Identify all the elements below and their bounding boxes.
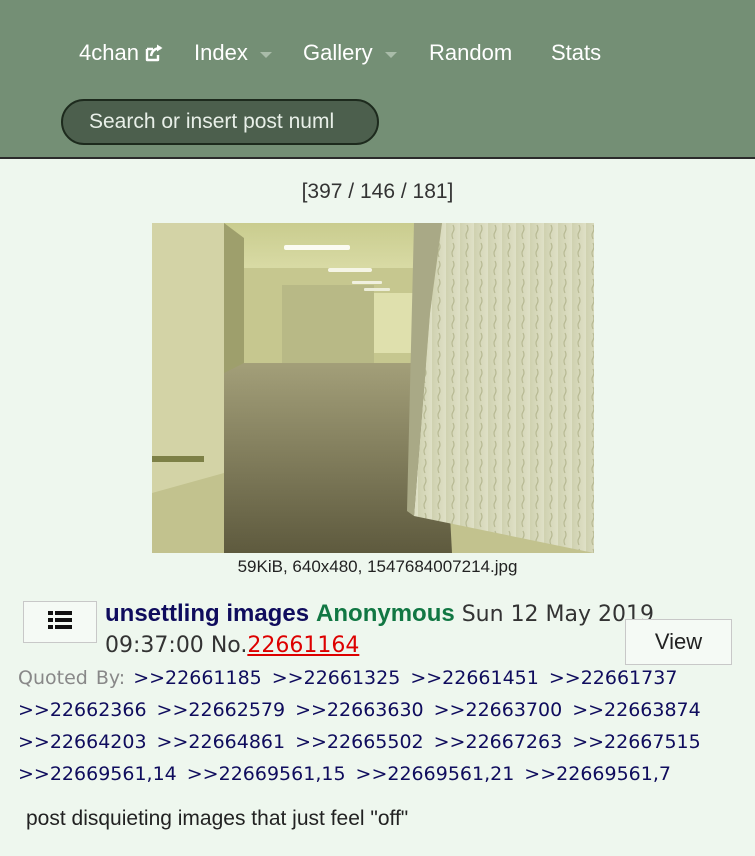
post-number-link[interactable]: 22661164 [247, 633, 359, 658]
quote-link[interactable]: >>22667515 [572, 731, 701, 753]
post-number-label: No. [210, 633, 248, 658]
quote-link[interactable]: >>22661185 [133, 667, 262, 689]
quote-link[interactable]: >>22662579 [157, 699, 286, 721]
quote-link[interactable]: >>22661737 [549, 667, 678, 689]
post-time: 09:37:00 [105, 633, 204, 658]
quote-link[interactable]: >>22665502 [295, 731, 424, 753]
list-menu-icon [48, 610, 72, 635]
external-link-icon [144, 43, 164, 63]
view-button[interactable]: View [625, 619, 732, 665]
quote-link[interactable]: >>22663630 [295, 699, 424, 721]
nav-index-label: Index [194, 40, 248, 65]
nav-gallery-menu[interactable]: Gallery [303, 40, 397, 66]
thread-stats: [397 / 146 / 181] [301, 180, 454, 203]
post-image[interactable] [152, 223, 594, 553]
quote-link[interactable]: >>22661325 [272, 667, 401, 689]
quote-link[interactable]: >>22663700 [434, 699, 563, 721]
quote-link[interactable]: >>22669561,14 [18, 763, 177, 785]
poster-name: Anonymous [316, 600, 455, 627]
nav-index-menu[interactable]: Index [194, 40, 272, 66]
quote-link[interactable]: >>22669561,15 [187, 763, 346, 785]
post-comment: post disquieting images that just feel "… [26, 807, 409, 830]
quote-link[interactable]: >>22664203 [18, 731, 147, 753]
quote-link[interactable]: >>22663874 [572, 699, 701, 721]
nav-random-link[interactable]: Random [429, 40, 512, 66]
search-input[interactable] [61, 99, 379, 145]
nav-stats-link[interactable]: Stats [551, 40, 601, 66]
chevron-down-icon [259, 52, 272, 58]
quote-link[interactable]: >>22661451 [410, 667, 539, 689]
post-subject: unsettling images [105, 600, 310, 627]
quoted-by-label: Quoted By: [18, 667, 126, 689]
chevron-down-icon [384, 52, 397, 58]
quote-link[interactable]: >>22669561,21 [356, 763, 515, 785]
quote-link[interactable]: >>22669561,7 [524, 763, 671, 785]
top-bar: 4chan Index Gallery Random Stats [0, 0, 755, 159]
nav-home-link[interactable]: 4chan [79, 40, 164, 66]
quote-link[interactable]: >>22664861 [157, 731, 286, 753]
nav-logo-label: 4chan [79, 40, 139, 65]
quote-link[interactable]: >>22667263 [434, 731, 563, 753]
file-info[interactable]: 59KiB, 640x480, 1547684007214.jpg [0, 557, 755, 577]
quote-link[interactable]: >>22662366 [18, 699, 147, 721]
quoted-by: Quoted By: >>22661185 >>22661325 >>2266145… [18, 662, 743, 790]
post-menu-button[interactable] [23, 601, 97, 643]
nav-gallery-label: Gallery [303, 40, 373, 65]
